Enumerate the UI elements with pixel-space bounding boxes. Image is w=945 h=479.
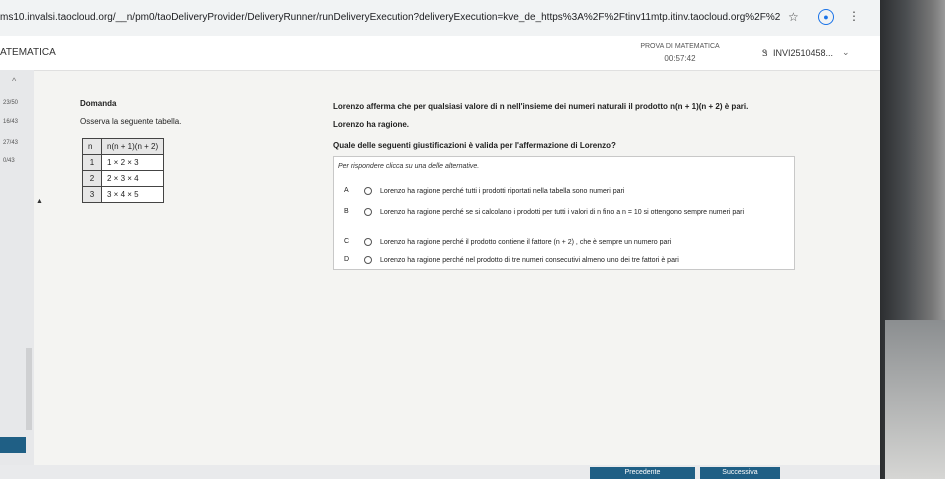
table-cell: 2 × 3 × 4: [100, 170, 165, 187]
table-header-row: n n(n + 1)(n + 2): [82, 138, 165, 155]
profile-icon[interactable]: ●: [818, 9, 834, 25]
option-letter: B: [344, 208, 349, 215]
table-cell: 1 × 2 × 3: [100, 154, 165, 171]
user-code[interactable]: INVI2510458...: [773, 48, 833, 58]
question-prompt: Quale delle seguenti giustificazioni è v…: [333, 141, 616, 150]
user-icon[interactable]: Ꮥ: [762, 48, 768, 59]
answer-hint: Per rispondere clicca su una delle alter…: [338, 163, 480, 170]
chevron-down-icon[interactable]: ⌄: [842, 47, 850, 58]
option-text[interactable]: Lorenzo ha ragione perché il prodotto co…: [380, 238, 785, 247]
app-header: ATEMATICA PROVA DI MATEMATICA 00:57:42 Ꮥ…: [0, 36, 880, 71]
radio-button[interactable]: [364, 208, 372, 216]
option-letter: A: [344, 187, 349, 194]
section-nav: ^ 23/50 16/43 27/43 0/43: [0, 70, 34, 479]
collapse-icon[interactable]: ^: [12, 76, 16, 86]
kebab-menu-icon[interactable]: ⋮: [848, 9, 860, 23]
radio-button[interactable]: [364, 256, 372, 264]
star-icon[interactable]: ☆: [788, 10, 799, 24]
table-header-cell: n: [82, 138, 102, 155]
question-statement: Lorenzo afferma che per qualsiasi valore…: [333, 102, 749, 111]
nav-item[interactable]: 16/43: [3, 119, 18, 125]
question-label: Domanda: [80, 99, 117, 108]
question-instruction: Osserva la seguente tabella.: [80, 117, 182, 126]
table-row: 2 2 × 3 × 4: [82, 170, 165, 187]
background-light: [885, 320, 945, 479]
table-row: 1 1 × 2 × 3: [82, 154, 165, 171]
next-button[interactable]: Successiva: [700, 467, 780, 479]
nav-active-marker[interactable]: [0, 437, 26, 453]
nav-item[interactable]: 23/50: [3, 100, 18, 106]
screen: ms10.invalsi.taocloud.org/__n/pm0/taoDel…: [0, 0, 880, 479]
exam-title: PROVA DI MATEMATICA: [640, 43, 720, 50]
option-text[interactable]: Lorenzo ha ragione perché tutti i prodot…: [380, 187, 785, 196]
table-cell: 3 × 4 × 5: [100, 186, 165, 203]
timer: 00:57:42: [664, 54, 696, 63]
table-header-cell: n(n + 1)(n + 2): [100, 138, 165, 155]
radio-button[interactable]: [364, 238, 372, 246]
answer-box: Per rispondere clicca su una delle alter…: [333, 156, 795, 270]
option-text[interactable]: Lorenzo ha ragione perché nel prodotto d…: [380, 256, 785, 265]
option-letter: D: [344, 256, 350, 263]
browser-address-bar: ms10.invalsi.taocloud.org/__n/pm0/taoDel…: [0, 0, 880, 37]
radio-button[interactable]: [364, 187, 372, 195]
nav-item[interactable]: 27/43: [3, 140, 18, 146]
data-table: n n(n + 1)(n + 2) 1 1 × 2 × 3 2 2 × 3 × …: [82, 138, 165, 203]
table-cell: 2: [82, 170, 102, 187]
option-text[interactable]: Lorenzo ha ragione perché se si calcolan…: [380, 208, 785, 217]
url-text[interactable]: ms10.invalsi.taocloud.org/__n/pm0/taoDel…: [0, 12, 780, 23]
table-cell: 3: [82, 186, 102, 203]
subject-title: ATEMATICA: [0, 47, 56, 58]
option-letter: C: [344, 238, 350, 245]
table-row: 3 3 × 4 × 5: [82, 186, 165, 203]
table-cell: 1: [82, 154, 102, 171]
previous-button[interactable]: Precedente: [590, 467, 695, 479]
scroll-up-icon[interactable]: ▲: [36, 198, 43, 205]
nav-scrollbar[interactable]: [26, 348, 32, 430]
nav-item[interactable]: 0/43: [3, 158, 15, 164]
question-statement-2: Lorenzo ha ragione.: [333, 120, 410, 129]
